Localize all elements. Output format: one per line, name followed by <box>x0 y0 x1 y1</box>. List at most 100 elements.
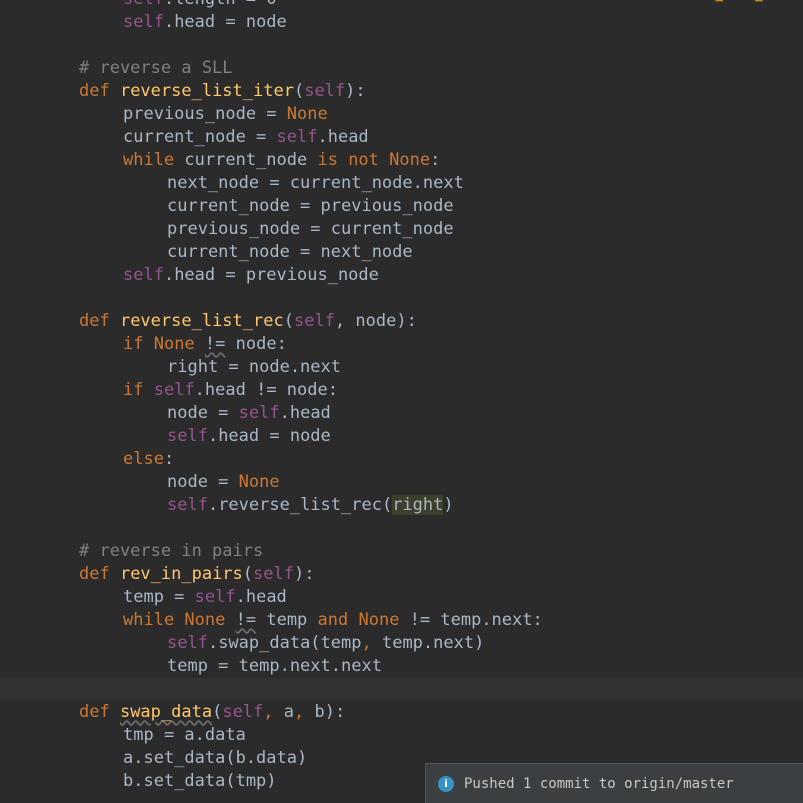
code-token: right <box>392 495 444 515</box>
code-line[interactable]: right = node.next <box>0 356 803 379</box>
code-line[interactable]: # reverse in pairs <box>0 540 803 563</box>
code-line[interactable]: self.length = 0 <box>0 0 803 11</box>
code-token: self <box>253 564 294 584</box>
code-line[interactable]: node = self.head <box>0 402 803 425</box>
code-line[interactable]: temp = temp.next.next <box>0 655 803 678</box>
code-token: temp.next) <box>381 633 485 653</box>
code-token: rev_in_pairs <box>119 564 243 584</box>
code-token: .head = node <box>163 12 287 32</box>
code-token: temp = <box>123 587 195 607</box>
code-token: .head = node <box>207 426 331 446</box>
code-token: previous_node = current_node <box>167 219 454 239</box>
code-line[interactable]: temp = self.head <box>0 586 803 609</box>
code-line[interactable]: self.swap_data(temp, temp.next) <box>0 632 803 655</box>
code-token: is not <box>317 150 390 170</box>
code-token: def <box>79 564 120 584</box>
code-line[interactable]: def reverse_list_iter(self): <box>0 80 803 103</box>
code-token: None <box>286 104 328 124</box>
code-token: node = <box>167 472 239 492</box>
code-line[interactable]: if None != node: <box>0 333 803 356</box>
code-line[interactable]: node = None <box>0 471 803 494</box>
code-token: ( <box>293 81 305 101</box>
code-token: ( <box>242 564 254 584</box>
code-token: if <box>123 380 154 400</box>
code-token: self <box>304 81 346 101</box>
code-line[interactable]: next_node = current_node.next <box>0 172 803 195</box>
code-line[interactable] <box>0 287 803 310</box>
code-token: while <box>123 150 185 170</box>
code-line[interactable]: current_node = next_node <box>0 241 803 264</box>
code-token: previous_node = <box>123 104 287 124</box>
code-line[interactable]: def rev_in_pairs(self): <box>0 563 803 586</box>
code-token: def <box>79 702 120 722</box>
code-token: self <box>222 702 264 722</box>
code-token: def <box>79 81 120 101</box>
code-line[interactable]: def reverse_list_rec(self, node): <box>0 310 803 333</box>
code-line[interactable]: else: <box>0 448 803 471</box>
code-token: .head <box>317 127 369 147</box>
code-token: current_node = next_node <box>167 242 413 262</box>
code-line[interactable]: tmp = a.data <box>0 724 803 747</box>
code-token: , <box>361 633 382 653</box>
code-token: None <box>184 610 226 630</box>
code-token: None <box>389 150 431 170</box>
code-token: b.set_data(tmp) <box>123 771 277 791</box>
code-token: temp = temp.next.next <box>167 656 382 676</box>
code-token: current_node <box>184 150 318 170</box>
code-token: self <box>194 587 236 607</box>
code-token: node: <box>225 334 287 354</box>
code-line[interactable]: self.head = previous_node <box>0 264 803 287</box>
code-token: != <box>235 610 257 630</box>
code-token: if <box>123 334 154 354</box>
code-line[interactable]: self.head = node <box>0 425 803 448</box>
code-token: 0 <box>266 0 276 9</box>
code-token: # reverse in pairs <box>79 541 264 561</box>
code-editor[interactable]: ▲ 5 ▲ 13 self.length = 0self.head = node… <box>0 0 803 799</box>
code-token: self <box>293 311 335 331</box>
code-token: .length = <box>164 0 266 9</box>
code-line[interactable]: if self.head != node: <box>0 379 803 402</box>
code-line[interactable]: while current_node is not None: <box>0 149 803 172</box>
code-line[interactable]: current_node = self.head <box>0 126 803 149</box>
code-token: : <box>163 449 175 469</box>
code-line[interactable]: previous_node = None <box>0 103 803 126</box>
vcs-notification-balloon[interactable]: i Pushed 1 commit to origin/master <box>425 763 803 803</box>
code-token: self <box>238 403 280 423</box>
code-line[interactable]: def swap_data(self, a, b): <box>0 701 803 724</box>
notification-message: Pushed 1 commit to origin/master <box>464 775 734 792</box>
code-line[interactable]: previous_node = current_node <box>0 218 803 241</box>
code-token: a <box>283 702 295 722</box>
code-token: self <box>153 380 195 400</box>
code-token: current_node = previous_node <box>167 196 454 216</box>
code-line[interactable]: self.head = node <box>0 11 803 34</box>
code-line[interactable]: self.reverse_list_rec(right) <box>0 494 803 517</box>
code-token: ): <box>293 564 315 584</box>
code-token: temp <box>256 610 318 630</box>
code-token: , node): <box>334 311 417 331</box>
code-line[interactable] <box>0 517 803 540</box>
code-token: self <box>167 633 208 653</box>
code-line[interactable]: # reverse a SLL <box>0 57 803 80</box>
code-token: a.set_data(b.data) <box>123 748 308 768</box>
code-token: .reverse_list_rec( <box>207 495 393 515</box>
code-line[interactable] <box>0 678 803 701</box>
code-token: .head = previous_node <box>163 265 379 285</box>
code-token: != temp.next: <box>399 610 543 630</box>
code-token: .head != node: <box>194 380 338 400</box>
code-token: reverse_list_rec <box>119 311 284 331</box>
code-token: .head <box>279 403 331 423</box>
code-token: self <box>123 0 164 9</box>
code-token: self <box>123 12 164 32</box>
code-line[interactable]: while None != temp and None != temp.next… <box>0 609 803 632</box>
code-line[interactable]: current_node = previous_node <box>0 195 803 218</box>
code-token: b): <box>314 702 346 722</box>
code-token: and <box>317 610 359 630</box>
code-line[interactable] <box>0 34 803 57</box>
info-icon: i <box>438 775 454 792</box>
code-token: swap_data <box>119 702 213 722</box>
code-token: self <box>167 426 208 446</box>
code-token: self <box>123 265 164 285</box>
code-token: ( <box>212 702 223 722</box>
